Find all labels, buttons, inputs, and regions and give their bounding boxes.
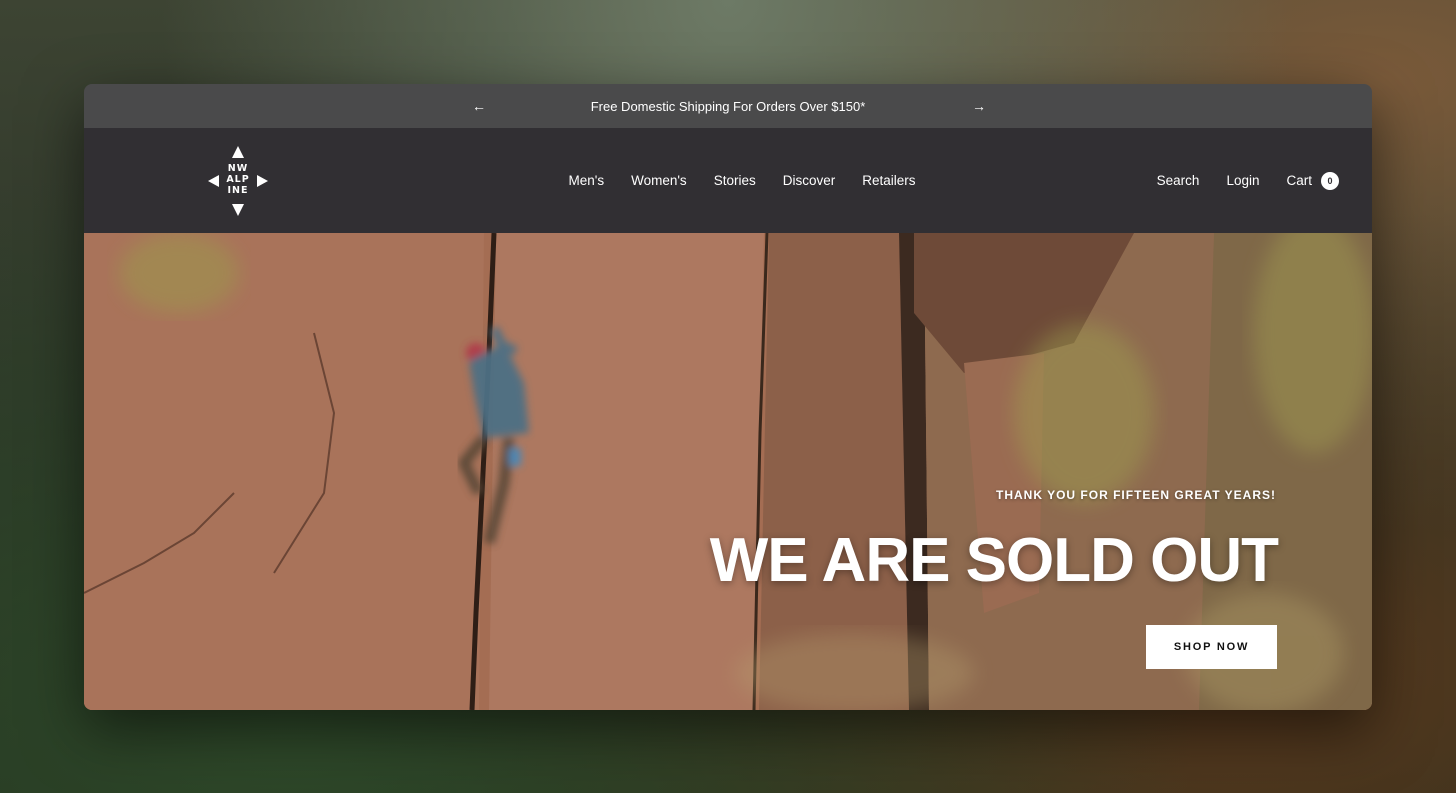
shop-now-button[interactable]: SHOP NOW xyxy=(1146,625,1277,669)
login-link[interactable]: Login xyxy=(1226,173,1259,188)
browser-window: ← Free Domestic Shipping For Orders Over… xyxy=(84,84,1372,710)
hero-subtitle: THANK YOU FOR FIFTEEN GREAT YEARS! xyxy=(995,488,1276,502)
cart-label: Cart xyxy=(1286,173,1312,188)
cart-link[interactable]: Cart 0 xyxy=(1286,171,1339,190)
header-actions: Search Login Cart 0 xyxy=(1157,128,1339,233)
announcement-bar: ← Free Domestic Shipping For Orders Over… xyxy=(84,84,1372,128)
hero-banner: THANK YOU FOR FIFTEEN GREAT YEARS! WE AR… xyxy=(84,233,1372,710)
site-header: NW ALP INE Men's Women's Stories Discove… xyxy=(84,128,1372,233)
nav-item-mens[interactable]: Men's xyxy=(568,173,604,188)
nav-item-discover[interactable]: Discover xyxy=(783,173,836,188)
announcement-text: Free Domestic Shipping For Orders Over $… xyxy=(590,98,866,114)
cart-count-badge: 0 xyxy=(1321,171,1339,190)
search-link[interactable]: Search xyxy=(1157,173,1200,188)
nav-item-retailers[interactable]: Retailers xyxy=(862,173,915,188)
nav-item-stories[interactable]: Stories xyxy=(714,173,756,188)
nav-item-womens[interactable]: Women's xyxy=(631,173,687,188)
arrow-right-icon[interactable]: → xyxy=(972,98,986,114)
hero-title: WE ARE SOLD OUT xyxy=(709,526,1279,595)
arrow-left-icon[interactable]: ← xyxy=(472,98,486,114)
